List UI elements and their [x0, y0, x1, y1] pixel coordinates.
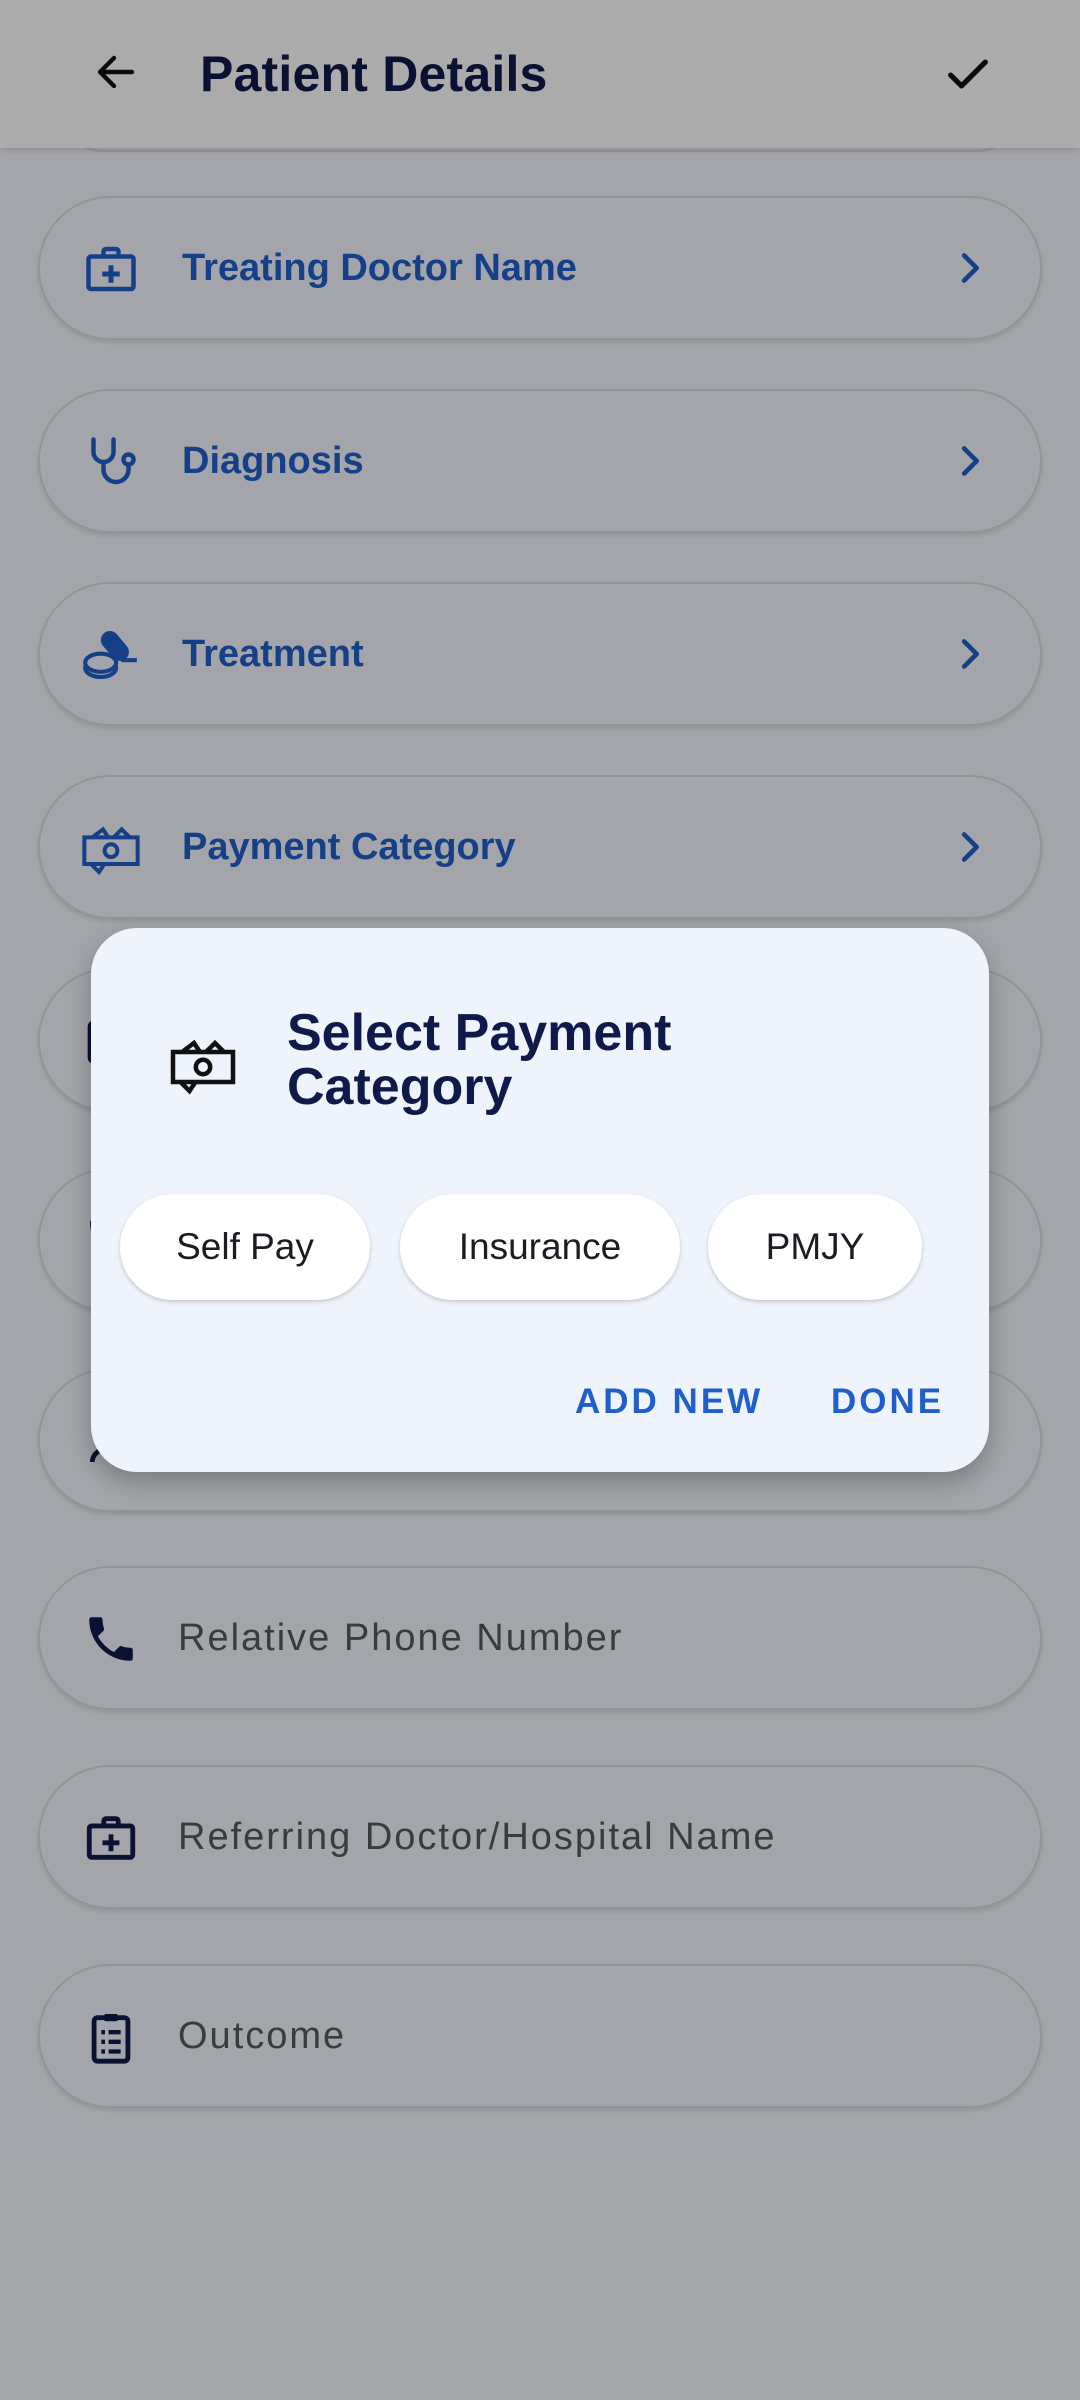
dialog-title: Select Payment Category [287, 1004, 672, 1116]
done-button[interactable]: DONE [831, 1372, 944, 1432]
option-pmjy[interactable]: PMJY [708, 1194, 922, 1300]
option-self-pay[interactable]: Self Pay [120, 1194, 370, 1300]
option-insurance[interactable]: Insurance [400, 1194, 680, 1300]
payment-category-dialog: Select Payment Category Self Pay Insuran… [91, 928, 989, 1472]
cash-icon [167, 1028, 239, 1100]
add-new-button[interactable]: ADD NEW [575, 1372, 763, 1432]
